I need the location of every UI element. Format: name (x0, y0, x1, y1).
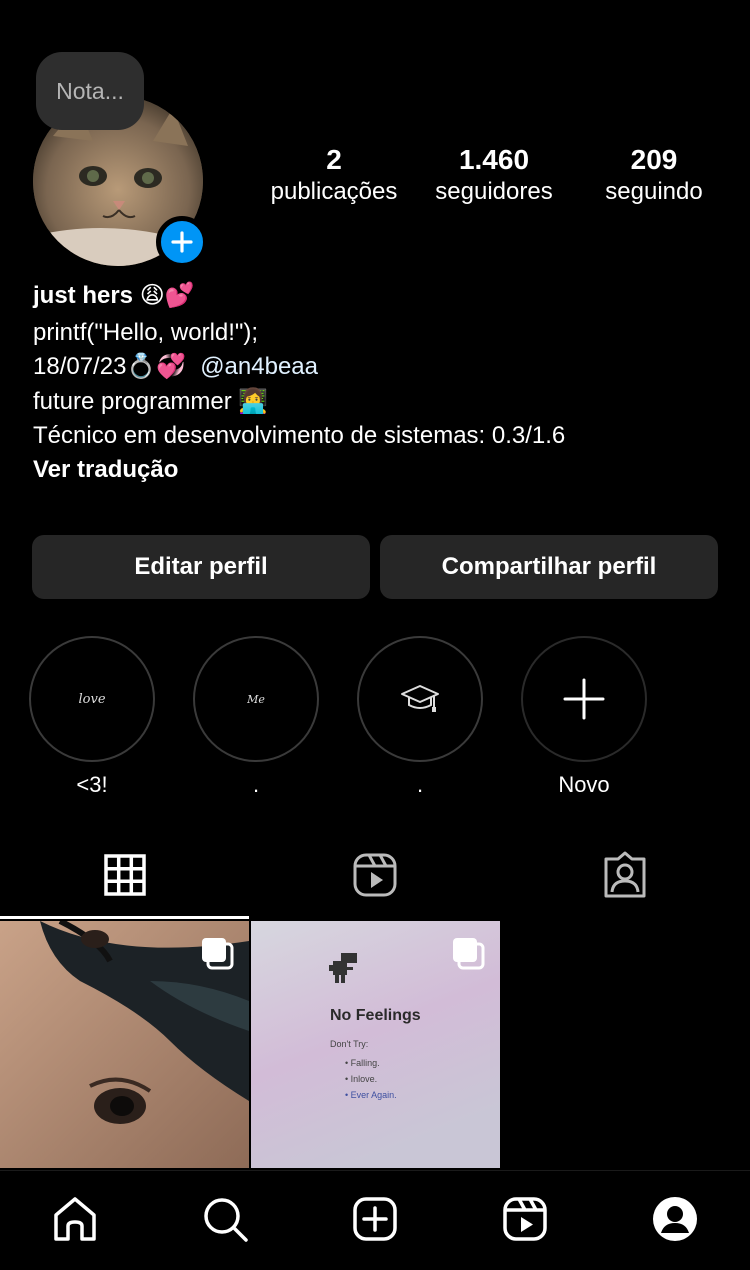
stat-following[interactable]: 209 seguindo (590, 143, 718, 207)
translate-link[interactable]: Ver tradução (33, 453, 178, 487)
post-thumbnail[interactable]: No Feelings Don't Try: • Falling. • Inlo… (251, 921, 500, 1168)
share-profile-button[interactable]: Compartilhar perfil (380, 535, 718, 599)
bio-date: 18/07/23💍💞 (33, 353, 187, 380)
carousel-icon (202, 938, 234, 970)
highlight-label: . (252, 772, 260, 797)
post-thumbnail[interactable] (0, 921, 249, 1168)
new-highlight-button[interactable] (521, 636, 647, 762)
post-list-item: • Falling. (345, 1058, 380, 1068)
tab-grid[interactable] (100, 850, 150, 900)
carousel-icon (453, 938, 485, 970)
bio-line: printf("Hello, world!"); (33, 319, 259, 346)
home-icon (54, 1197, 96, 1241)
add-story-button[interactable] (156, 216, 208, 268)
share-profile-label: Compartilhar perfil (441, 553, 657, 580)
post-subtitle: Don't Try: (330, 1039, 369, 1049)
bio-line: Técnico em desenvolvimento de sistemas: … (33, 422, 566, 449)
profile-name: just hers 😩💕 (33, 282, 195, 309)
bio-line: 18/07/23💍💞 @an4beaa (33, 350, 318, 384)
nav-search[interactable] (198, 1192, 252, 1246)
bio-line: future programmer 👩‍💻 (33, 388, 269, 415)
nav-reels[interactable] (498, 1192, 552, 1246)
tab-active-indicator (0, 916, 249, 919)
reels-icon (503, 1197, 547, 1241)
highlight-label: Novo (558, 772, 610, 797)
stat-posts[interactable]: 2 publicações (258, 143, 410, 207)
stat-following-count: 209 (630, 144, 678, 175)
highlight-love[interactable]: love (29, 636, 155, 762)
post-list-item: • Inlove. (345, 1074, 378, 1084)
tab-tagged[interactable] (600, 850, 650, 900)
highlight-cover-text: love (78, 691, 106, 707)
tagged-icon (604, 851, 646, 898)
plus-icon (563, 678, 605, 720)
bio-mention-link[interactable]: @an4beaa (200, 353, 318, 380)
highlight-label: <3! (76, 772, 108, 797)
plus-icon (171, 231, 193, 253)
stat-posts-count: 2 (326, 144, 342, 175)
edit-profile-label: Editar perfil (134, 553, 268, 580)
highlight-me[interactable]: Me (193, 636, 319, 762)
post-list: • Falling. • Inlove. • Ever Again. (345, 1055, 397, 1103)
highlight-cover-text: Me (247, 692, 265, 706)
stat-following-label: seguindo (605, 178, 703, 205)
stat-followers-count: 1.460 (458, 144, 530, 175)
nav-home[interactable] (48, 1192, 102, 1246)
highlight-label: . (416, 772, 424, 797)
highlight-graduation[interactable] (357, 636, 483, 762)
search-icon (204, 1198, 248, 1242)
nav-create[interactable] (348, 1192, 402, 1246)
profile-icon (653, 1197, 697, 1241)
note-bubble[interactable]: Nota... (36, 52, 144, 130)
reels-icon (353, 853, 397, 897)
graduation-cap-icon (401, 685, 439, 712)
post-title: No Feelings (330, 1007, 421, 1024)
create-icon (353, 1197, 397, 1241)
stat-posts-label: publicações (270, 178, 398, 205)
stat-followers[interactable]: 1.460 seguidores (420, 143, 568, 207)
tab-reels[interactable] (350, 850, 400, 900)
stat-followers-label: seguidores (435, 178, 553, 205)
post-list-item: • Ever Again. (345, 1090, 397, 1100)
nav-profile[interactable] (648, 1192, 702, 1246)
note-placeholder: Nota... (56, 77, 124, 104)
grid-icon (104, 854, 146, 896)
edit-profile-button[interactable]: Editar perfil (32, 535, 370, 599)
